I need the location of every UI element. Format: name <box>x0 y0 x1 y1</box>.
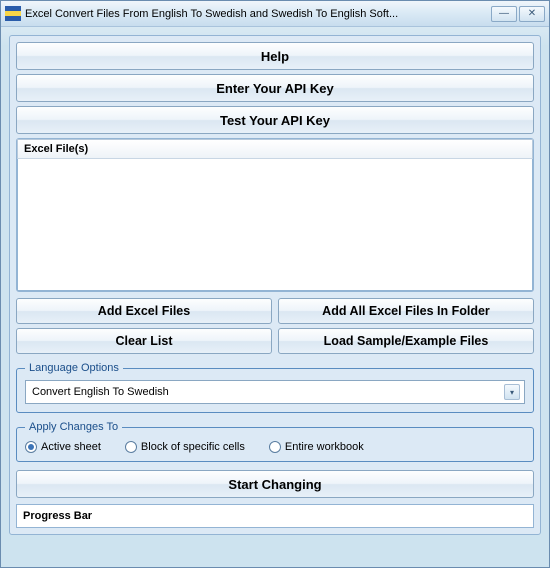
language-options-group: Language Options Convert English To Swed… <box>16 362 534 413</box>
radio-icon <box>269 441 281 453</box>
progress-bar-label: Progress Bar <box>23 510 92 522</box>
minimize-button[interactable]: — <box>491 6 517 22</box>
test-api-key-button[interactable]: Test Your API Key <box>16 106 534 134</box>
client-area: Help Enter Your API Key Test Your API Ke… <box>1 27 549 543</box>
clear-list-button[interactable]: Clear List <box>16 328 272 354</box>
main-window: Excel Convert Files From English To Swed… <box>0 0 550 568</box>
language-select-value: Convert English To Swedish <box>32 386 169 398</box>
titlebar: Excel Convert Files From English To Swed… <box>1 1 549 27</box>
radio-entire-workbook-label: Entire workbook <box>285 441 364 453</box>
language-select[interactable]: Convert English To Swedish ▾ <box>25 380 525 404</box>
chevron-down-icon: ▾ <box>504 384 520 400</box>
radio-block-of-cells-label: Block of specific cells <box>141 441 245 453</box>
help-button[interactable]: Help <box>16 42 534 70</box>
enter-api-key-button[interactable]: Enter Your API Key <box>16 74 534 102</box>
file-list[interactable] <box>17 159 533 291</box>
load-sample-files-button[interactable]: Load Sample/Example Files <box>278 328 534 354</box>
close-button[interactable]: ✕ <box>519 6 545 22</box>
radio-entire-workbook[interactable]: Entire workbook <box>269 441 364 453</box>
radio-block-of-cells[interactable]: Block of specific cells <box>125 441 245 453</box>
apply-changes-legend: Apply Changes To <box>25 421 122 433</box>
radio-active-sheet-label: Active sheet <box>41 441 101 453</box>
window-title: Excel Convert Files From English To Swed… <box>25 8 491 20</box>
progress-bar: Progress Bar <box>16 504 534 528</box>
add-excel-files-button[interactable]: Add Excel Files <box>16 298 272 324</box>
radio-active-sheet[interactable]: Active sheet <box>25 441 101 453</box>
radio-icon <box>25 441 37 453</box>
app-icon <box>5 6 21 22</box>
apply-changes-group: Apply Changes To Active sheet Block of s… <box>16 421 534 462</box>
radio-icon <box>125 441 137 453</box>
file-list-header: Excel File(s) <box>17 139 533 159</box>
add-all-files-in-folder-button[interactable]: Add All Excel Files In Folder <box>278 298 534 324</box>
language-options-legend: Language Options <box>25 362 123 374</box>
main-panel: Help Enter Your API Key Test Your API Ke… <box>9 35 541 535</box>
start-changing-button[interactable]: Start Changing <box>16 470 534 498</box>
